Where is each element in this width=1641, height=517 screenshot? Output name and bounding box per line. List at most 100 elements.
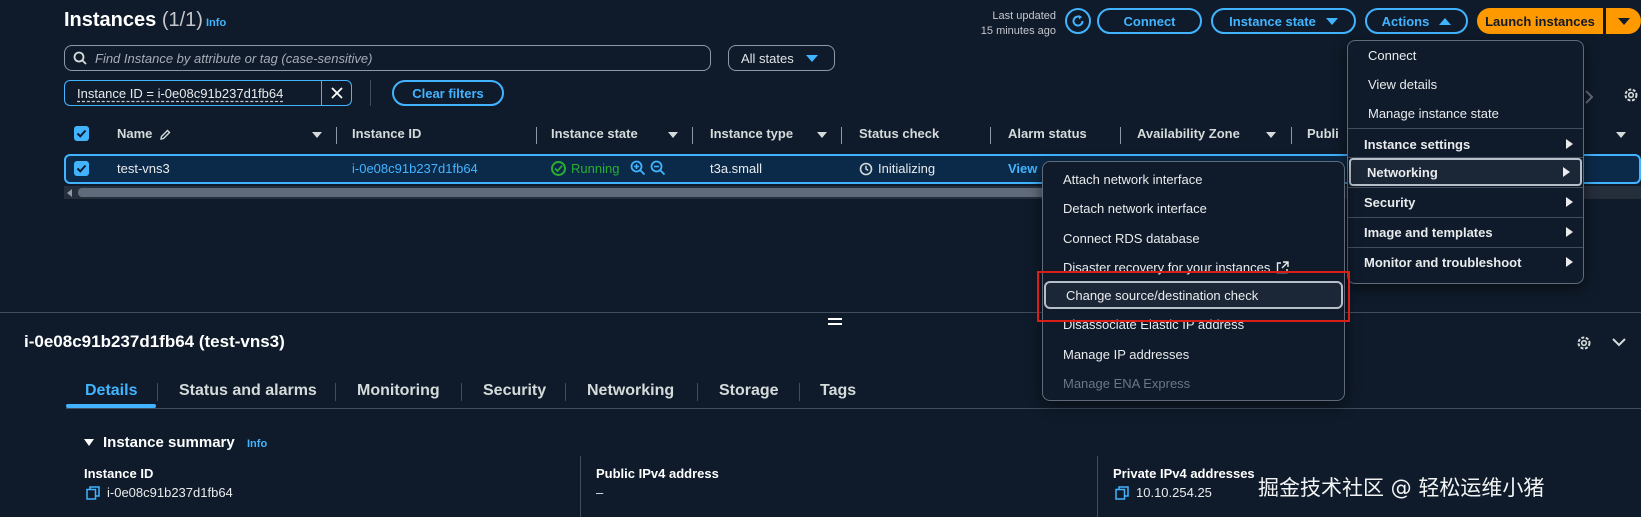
menu-item-view-details[interactable]: View details [1348,70,1583,98]
details-title: i-0e08c91b237d1fb64 (test-vns3) [24,332,285,351]
menu-item-connect[interactable]: Connect [1348,41,1583,69]
filter-token-label: Instance ID = i-0e08c91b237d1fb64 [77,85,284,101]
cell-status-check: Initializing [859,161,935,176]
instance-id-link[interactable]: i-0e08c91b237d1fb64 [352,161,478,176]
row-checkbox[interactable] [74,161,89,176]
copy-icon[interactable] [86,485,100,500]
refresh-icon [1072,15,1084,27]
alarm-view-link[interactable]: View [1008,161,1037,176]
menu-item-detach-network-interface[interactable]: Detach network interface [1043,194,1344,222]
instance-summary-toggle[interactable]: Instance summary [84,434,235,451]
menu-group-security[interactable]: Security [1348,188,1583,216]
resize-handle-icon[interactable] [828,318,842,328]
tab-status-and-alarms[interactable]: Status and alarms [179,382,317,400]
tab-tags[interactable]: Tags [820,382,856,400]
info-link[interactable]: Info [206,17,226,29]
tab-storage[interactable]: Storage [719,382,779,400]
column-divider[interactable] [336,127,337,144]
scroll-left-icon[interactable] [67,189,72,197]
column-divider[interactable] [1291,127,1292,144]
column-divider[interactable] [1120,127,1121,144]
sort-icon[interactable] [1616,132,1626,138]
launch-options-button[interactable] [1606,8,1641,34]
sort-icon[interactable] [817,132,827,138]
caret-right-icon [1566,139,1573,149]
instance-state-button[interactable]: Instance state [1211,8,1356,34]
pane-divider [0,312,1641,313]
search-input[interactable] [95,50,695,66]
zoom-in-icon[interactable] [630,160,646,176]
menu-group-image-and-templates[interactable]: Image and templates [1348,218,1583,246]
caret-down-icon [84,439,94,446]
field-label-public-ipv4: Public IPv4 address [596,466,719,481]
highlight-annotation-box [1037,271,1350,322]
menu-item-manage-ip-addresses[interactable]: Manage IP addresses [1043,340,1344,368]
caret-right-icon [1566,227,1573,237]
actions-menu: Connect View details Manage instance sta… [1347,40,1584,284]
actions-button[interactable]: Actions [1365,8,1468,34]
filter-token[interactable]: Instance ID = i-0e08c91b237d1fb64 [64,80,352,106]
launch-instances-button[interactable]: Launch instances [1477,8,1603,34]
column-header-name[interactable]: Name [117,126,172,141]
column-divider[interactable] [536,127,537,144]
tab-divider [335,383,336,401]
column-header-public[interactable]: Publi [1307,126,1339,141]
search-icon [73,51,87,65]
tab-monitoring[interactable]: Monitoring [357,382,440,400]
menu-item-attach-network-interface[interactable]: Attach network interface [1043,165,1344,193]
chevron-right-icon[interactable] [1584,89,1594,105]
menu-group-instance-settings[interactable]: Instance settings [1348,130,1583,158]
chevron-down-icon[interactable] [1611,336,1627,348]
sort-icon[interactable] [312,132,322,138]
column-header-instance-type[interactable]: Instance type [710,126,793,141]
tab-divider [799,383,800,401]
info-link[interactable]: Info [247,438,267,450]
caret-right-icon [1563,167,1570,177]
last-updated: Last updated 15 minutes ago [980,10,1056,37]
search-box [64,45,711,71]
field-value-public-ipv4: – [596,485,604,500]
caret-right-icon [1566,257,1573,267]
caret-right-icon [1566,197,1573,207]
copy-icon[interactable] [1115,485,1129,500]
field-label-instance-id: Instance ID [84,466,154,481]
column-divider [580,456,581,517]
sort-icon[interactable] [668,132,678,138]
menu-item-connect-rds-database[interactable]: Connect RDS database [1043,224,1344,252]
gear-icon[interactable] [1622,86,1640,104]
tab-security[interactable]: Security [483,382,546,400]
menu-group-monitor-and-troubleshoot[interactable]: Monitor and troubleshoot [1348,248,1583,276]
column-header-availability-zone[interactable]: Availability Zone [1137,126,1240,141]
tab-networking[interactable]: Networking [587,382,674,400]
column-divider[interactable] [841,127,842,144]
menu-group-networking[interactable]: Networking [1349,158,1582,186]
clear-filters-button[interactable]: Clear filters [392,80,504,106]
column-divider[interactable] [990,127,991,144]
column-header-instance-id[interactable]: Instance ID [352,126,421,141]
column-header-instance-state[interactable]: Instance state [551,126,638,141]
connect-button[interactable]: Connect [1097,8,1202,34]
scrollbar-thumb[interactable] [78,188,1078,197]
menu-item-manage-ena-express: Manage ENA Express [1063,375,1191,391]
clock-icon [859,162,873,175]
divider [370,80,371,106]
refresh-button[interactable] [1065,8,1091,34]
select-all-checkbox[interactable] [74,126,89,141]
tab-divider [565,383,566,401]
column-header-status-check[interactable]: Status check [859,126,939,141]
menu-item-manage-instance-state[interactable]: Manage instance state [1348,99,1583,127]
page-title: Instances (1/1) [64,9,203,31]
caret-down-icon [805,54,818,62]
column-divider[interactable] [692,127,693,144]
zoom-out-icon[interactable] [650,160,666,176]
caret-up-icon [1439,17,1452,25]
tab-divider [697,383,698,401]
remove-filter-button[interactable] [321,81,351,105]
tab-details[interactable]: Details [85,382,137,400]
close-icon [330,87,343,99]
column-header-alarm-status[interactable]: Alarm status [1008,126,1087,141]
cell-instance-state: Running [551,160,666,176]
states-select[interactable]: All states [728,45,835,71]
gear-icon[interactable] [1575,334,1593,352]
sort-icon[interactable] [1266,132,1276,138]
